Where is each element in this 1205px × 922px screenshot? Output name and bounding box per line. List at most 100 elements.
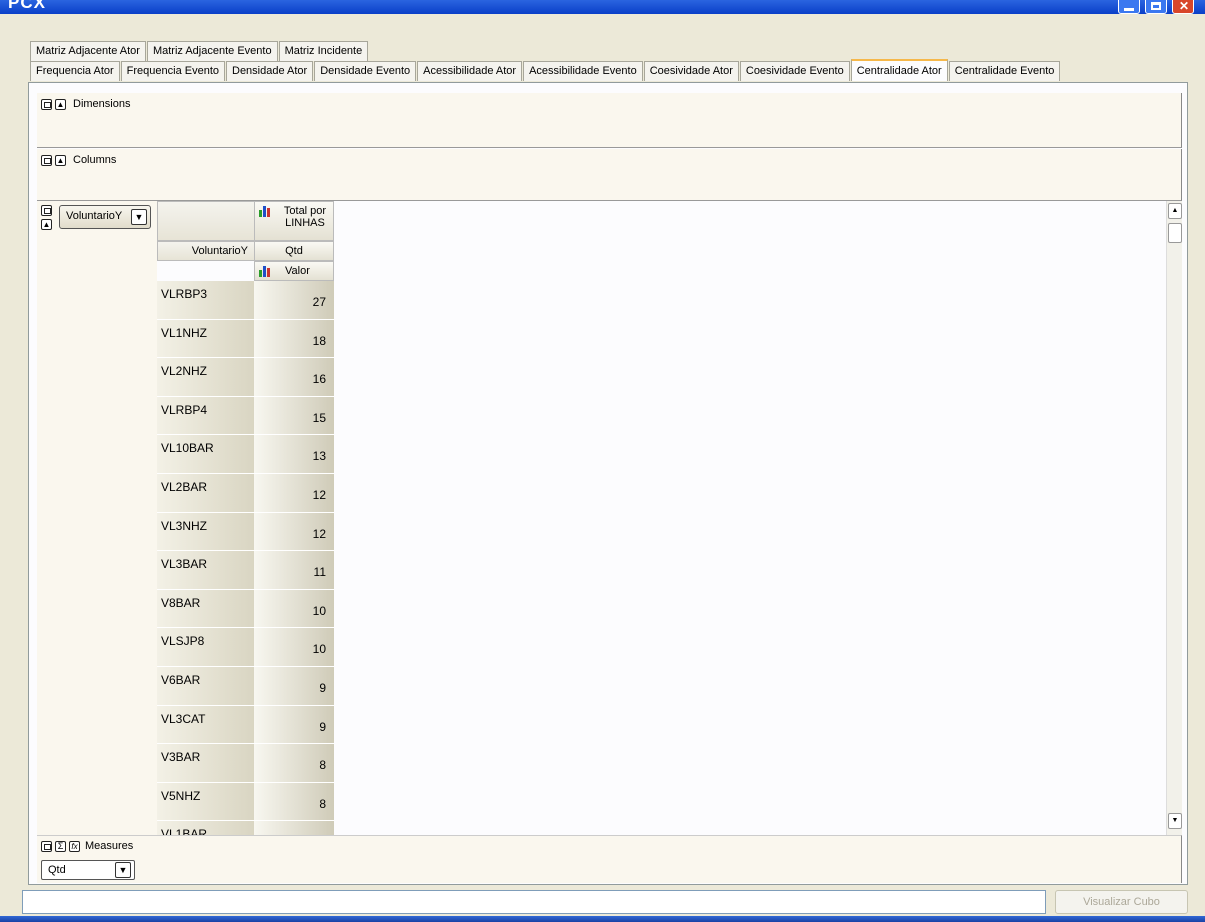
total-column-header[interactable]: Total por LINHAS	[254, 201, 334, 241]
row-label: VL2NHZ	[157, 358, 254, 397]
row-value: 13	[254, 435, 334, 474]
pivot-grid: Total por LINHAS VoluntarioY Qtd Valor V…	[157, 201, 335, 835]
row-label: V8BAR	[157, 589, 254, 629]
row-label: VLRBP4	[157, 396, 254, 436]
chevron-down-icon[interactable]: ▼	[115, 862, 131, 878]
value-header-text: Valor	[285, 265, 310, 277]
table-row[interactable]: VL3BAR 11	[157, 551, 335, 590]
table-row[interactable]: VL2BAR 12	[157, 473, 335, 513]
row-value: 10	[254, 589, 334, 629]
row-label: V3BAR	[157, 744, 254, 783]
row-value: 10	[254, 628, 334, 667]
row-dimension-header: VoluntarioY	[157, 241, 255, 261]
table-row[interactable]: VL2NHZ 16	[157, 358, 335, 397]
visualize-cube-button[interactable]: Visualizar Cubo	[1055, 890, 1188, 914]
tab-acessibilidade-ator[interactable]: Acessibilidade Ator	[417, 61, 523, 81]
status-input[interactable]	[22, 890, 1046, 914]
row-label: VLRBP3	[157, 281, 254, 320]
tab-frequencia-ator[interactable]: Frequencia Ator	[30, 61, 120, 81]
row-value: 9	[254, 705, 334, 745]
tab-coesividade-evento[interactable]: Coesividade Evento	[739, 61, 850, 81]
tab-centralidade-ator[interactable]: Centralidade Ator	[850, 59, 948, 81]
tab-matriz-incidente[interactable]: Matriz Incidente	[278, 41, 369, 61]
grid-spacer	[157, 261, 255, 281]
sigma-icon[interactable]: Σ	[55, 840, 66, 852]
maximize-icon	[1151, 2, 1161, 10]
measures-label: Measures	[85, 840, 134, 852]
formula-icon[interactable]: fx	[69, 840, 80, 852]
row-value: 8	[254, 782, 334, 822]
bar-chart-icon	[259, 266, 271, 277]
row-value: 12	[254, 473, 334, 513]
scroll-down-icon[interactable]: ▼	[1168, 813, 1182, 829]
tab-matriz-adjacente-ator[interactable]: Matriz Adjacente Ator	[30, 41, 146, 61]
table-row[interactable]: VLSJP8 10	[157, 628, 335, 667]
chevron-down-icon[interactable]: ▼	[131, 209, 147, 225]
table-row[interactable]: V8BAR 10	[157, 589, 335, 629]
row-label: VLSJP8	[157, 628, 254, 667]
row-dimension-zone[interactable]: ▲ VoluntarioY ▼	[37, 201, 157, 835]
tab-frequencia-evento[interactable]: Frequencia Evento	[120, 61, 225, 81]
expand-arrows-icon[interactable]: ▲	[55, 154, 66, 166]
tab-strip-row1: Matriz Adjacente Ator Matriz Adjacente E…	[30, 41, 369, 61]
row-value: 11	[254, 551, 334, 590]
collapse-icon[interactable]	[41, 840, 52, 852]
table-row[interactable]: VL1BAR	[157, 821, 335, 835]
row-label: VL1NHZ	[157, 319, 254, 359]
table-row[interactable]: V6BAR 9	[157, 666, 335, 706]
grid-rows: VLRBP3 27 VL1NHZ 18 VL2NHZ 16 VLRBP4 15 VL10…	[157, 281, 335, 835]
table-row[interactable]: VL3NHZ 12	[157, 512, 335, 552]
collapse-icon[interactable]	[41, 98, 52, 110]
bar-chart-icon	[259, 206, 271, 217]
row-value: 16	[254, 358, 334, 397]
row-value	[254, 821, 334, 835]
table-row[interactable]: V3BAR 8	[157, 744, 335, 783]
grid-corner	[157, 201, 255, 241]
pivot-panel: ▲ Dimensions ▲ Columns ▲ VoluntarioY ▼ T…	[28, 82, 1188, 885]
columns-zone[interactable]: ▲ Columns	[37, 149, 1182, 201]
maximize-button[interactable]	[1145, 0, 1167, 14]
row-label: VL1BAR	[157, 821, 254, 835]
tab-densidade-evento[interactable]: Densidade Evento	[314, 61, 417, 81]
measures-zone[interactable]: Σ fx Measures Qtd ▼	[37, 835, 1182, 883]
row-label: V6BAR	[157, 666, 254, 706]
row-field-dropdown[interactable]: VoluntarioY ▼	[59, 205, 151, 229]
row-label: VL10BAR	[157, 435, 254, 474]
table-row[interactable]: VLRBP4 15	[157, 396, 335, 436]
expand-arrows-icon[interactable]: ▲	[41, 219, 52, 230]
row-value: 15	[254, 396, 334, 436]
tab-acessibilidade-evento[interactable]: Acessibilidade Evento	[523, 61, 643, 81]
measure-select[interactable]: Qtd ▼	[41, 860, 135, 880]
row-field-label: VoluntarioY	[66, 210, 123, 222]
value-header: Valor	[254, 261, 334, 281]
vertical-scrollbar[interactable]: ▲ ▼	[1166, 201, 1182, 835]
window-title: PCX	[8, 0, 46, 12]
table-row[interactable]: VL10BAR 13	[157, 435, 335, 474]
scroll-up-icon[interactable]: ▲	[1168, 203, 1182, 219]
minimize-icon	[1124, 8, 1134, 11]
dimensions-zone[interactable]: ▲ Dimensions	[37, 93, 1182, 148]
columns-label: Columns	[73, 154, 117, 166]
row-label: VL3NHZ	[157, 512, 254, 552]
collapse-icon[interactable]	[41, 205, 52, 216]
scrollbar-thumb[interactable]	[1168, 223, 1182, 243]
expand-arrows-icon[interactable]: ▲	[55, 98, 66, 110]
close-button[interactable]: ✕	[1172, 0, 1194, 14]
row-value: 8	[254, 744, 334, 783]
row-label: VL2BAR	[157, 473, 254, 513]
table-row[interactable]: VLRBP3 27	[157, 281, 335, 320]
collapse-icon[interactable]	[41, 154, 52, 166]
tab-centralidade-evento[interactable]: Centralidade Evento	[948, 61, 1061, 81]
title-bar: PCX ✕	[0, 0, 1205, 14]
row-label: V5NHZ	[157, 782, 254, 822]
tab-coesividade-ator[interactable]: Coesividade Ator	[643, 61, 739, 81]
table-row[interactable]: VL3CAT 9	[157, 705, 335, 745]
minimize-button[interactable]	[1118, 0, 1140, 14]
tab-densidade-ator[interactable]: Densidade Ator	[226, 61, 314, 81]
row-value: 12	[254, 512, 334, 552]
total-header-text: Total por LINHAS	[283, 205, 327, 229]
table-row[interactable]: VL1NHZ 18	[157, 319, 335, 359]
row-label: VL3BAR	[157, 551, 254, 590]
table-row[interactable]: V5NHZ 8	[157, 782, 335, 822]
tab-matriz-adjacente-evento[interactable]: Matriz Adjacente Evento	[146, 41, 278, 61]
